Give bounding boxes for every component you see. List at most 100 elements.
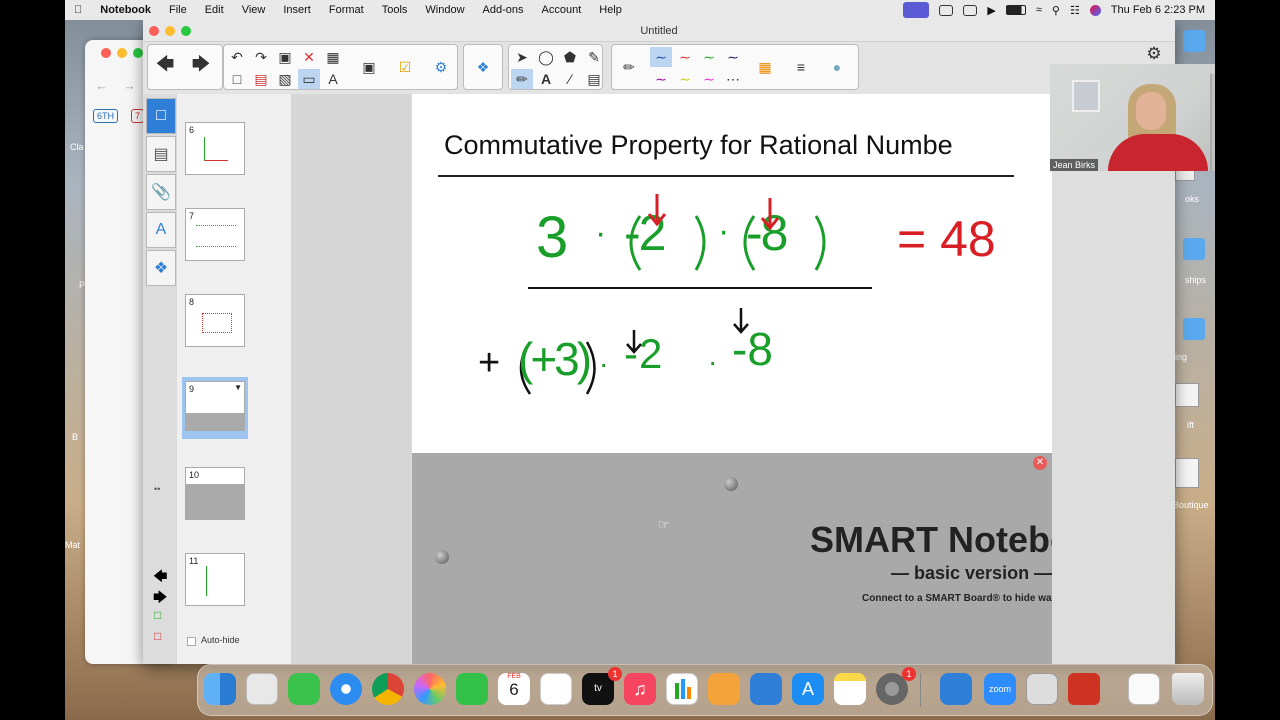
redo-icon[interactable]: ↷ [250,47,272,67]
window-icon[interactable] [963,4,978,16]
line-tool-icon[interactable]: ∕ [559,69,581,89]
music-icon[interactable]: ♫ [624,673,656,705]
menu-account[interactable]: Account [533,4,591,16]
webcam-video[interactable]: Jean Birks [1050,64,1215,171]
slide-menu-icon[interactable]: ▼ [234,383,242,392]
pen-blue-icon[interactable]: ∼ [650,47,672,67]
text-tool-icon[interactable]: A [322,69,344,89]
new-page-icon[interactable]: □ [226,69,248,89]
folder-icon[interactable] [1183,30,1205,52]
control-center-icon[interactable]: ☷ [1070,4,1080,17]
numbers-icon[interactable] [666,673,698,705]
clock[interactable]: Thu Feb 6 2:23 PM [1111,4,1205,16]
menu-file[interactable]: File [160,4,196,16]
play-icon[interactable]: ▶ [987,4,995,17]
calendar-icon[interactable]: FEB 6 [498,673,530,705]
desktop-label[interactable]: Mat [65,540,80,550]
photo-booth-icon[interactable] [1068,673,1100,705]
back-icon[interactable]: ← [95,78,108,93]
menu-help[interactable]: Help [590,4,631,16]
safari-icon[interactable] [330,673,362,705]
battery-icon[interactable] [1005,5,1026,15]
pen-red-icon[interactable]: ∼ [674,47,696,67]
close-icon[interactable] [149,26,159,36]
row2-neg-two[interactable]: -2 [624,330,663,378]
notes-icon[interactable] [834,673,866,705]
close-watermark-icon[interactable]: ✕ [1033,456,1047,470]
menu-format[interactable]: Format [320,4,373,16]
collapse-icon[interactable]: •• [154,484,160,494]
expr-neg-eight[interactable]: -8 [746,204,788,262]
desktop-label[interactable]: Boutique [1173,500,1209,510]
desktop-label[interactable]: ing [1175,352,1187,362]
attachments-tab[interactable]: 📎 [146,174,176,210]
addons-icon[interactable]: ❖ [472,57,494,77]
response-icon[interactable]: ☑ [394,57,416,77]
line-style-icon[interactable]: ≡ [790,57,812,77]
eraser-icon[interactable]: ▤ [583,69,605,89]
row2-dot[interactable]: · [599,348,608,380]
expr-dot[interactable]: · [595,214,606,253]
apple-icon[interactable]:  [65,4,91,16]
reminders-icon[interactable] [540,673,572,705]
pen-yellow-icon[interactable]: ∼ [674,69,696,89]
close-icon[interactable] [101,48,111,58]
file-icon[interactable] [1175,383,1199,407]
previous-page-icon[interactable]: 🡄 [154,54,176,77]
menu-edit[interactable]: Edit [196,4,233,16]
slide-thumbnail-current[interactable]: 9 ▼ [185,381,245,431]
addons-tab[interactable]: ❖ [146,250,176,286]
facetime-icon[interactable] [456,673,488,705]
row2-plus[interactable]: + [478,342,500,385]
search-icon[interactable]: ⚲ [1052,4,1060,17]
gallery-tab[interactable]: ▤ [146,136,176,172]
menu-window[interactable]: Window [416,4,473,16]
tab-6th[interactable]: 6TH [93,109,119,123]
row2-dot[interactable]: · [708,346,717,378]
expr-dot[interactable]: · [718,212,729,251]
trash-icon[interactable] [1172,673,1204,705]
app-store-icon[interactable]: A [792,673,824,705]
page-sorter-tab[interactable]: □ [146,98,176,134]
page-canvas[interactable]: Commutative Property for Rational Numbe … [412,94,1052,454]
desktop-label[interactable]: Cla [70,142,84,152]
slide-thumbnail[interactable]: 8 [185,294,245,347]
next-page-icon[interactable]: 🡆 [190,54,212,77]
zoom-icon[interactable] [133,48,143,58]
downloads-stack-icon[interactable] [1128,673,1160,705]
fill-tool-icon[interactable]: ⬟ [559,47,581,67]
minimize-icon[interactable] [165,26,175,36]
result[interactable]: = 48 [897,210,996,268]
keynote-icon[interactable] [750,673,782,705]
properties-tab[interactable]: A [146,212,176,248]
zoom-icon[interactable] [181,26,191,36]
chrome-icon[interactable] [372,673,404,705]
shapes-tool-icon[interactable]: ◯ [535,47,557,67]
desktop-label[interactable]: oks [1185,194,1199,204]
pen-magenta-icon[interactable]: ∼ [698,69,720,89]
save-icon[interactable]: ▧ [274,69,296,89]
delete-icon[interactable]: ✕ [298,47,320,67]
pages-icon[interactable] [708,673,740,705]
photos-icon[interactable] [414,673,446,705]
wifi-icon[interactable]: ≈ [1036,4,1042,16]
pen-dashed-icon[interactable]: ⋯ [722,69,744,89]
slide-thumbnail[interactable]: 11 [185,553,245,606]
launchpad-icon[interactable] [246,673,278,705]
desktop-label[interactable]: ift [1187,420,1194,430]
display-icon[interactable] [939,4,954,16]
slide-thumbnail[interactable]: 6 [185,122,245,175]
menu-addons[interactable]: Add-ons [474,4,533,16]
minimize-icon[interactable] [117,48,127,58]
folder-icon[interactable] [1183,238,1205,260]
page-title[interactable]: Commutative Property for Rational Numbe [444,130,953,161]
desktop-label[interactable]: B [72,432,78,442]
menu-view[interactable]: View [233,4,275,16]
autohide-checkbox[interactable] [187,637,196,646]
table-icon[interactable]: ▦ [322,47,344,67]
full-screen-icon[interactable]: ▭ [298,69,320,89]
add-page-icon[interactable]: □ [154,608,161,622]
undo-icon[interactable]: ↶ [226,47,248,67]
screen-share-icon[interactable] [903,2,930,18]
settings-gear-icon[interactable]: ⚙ [1143,44,1165,64]
